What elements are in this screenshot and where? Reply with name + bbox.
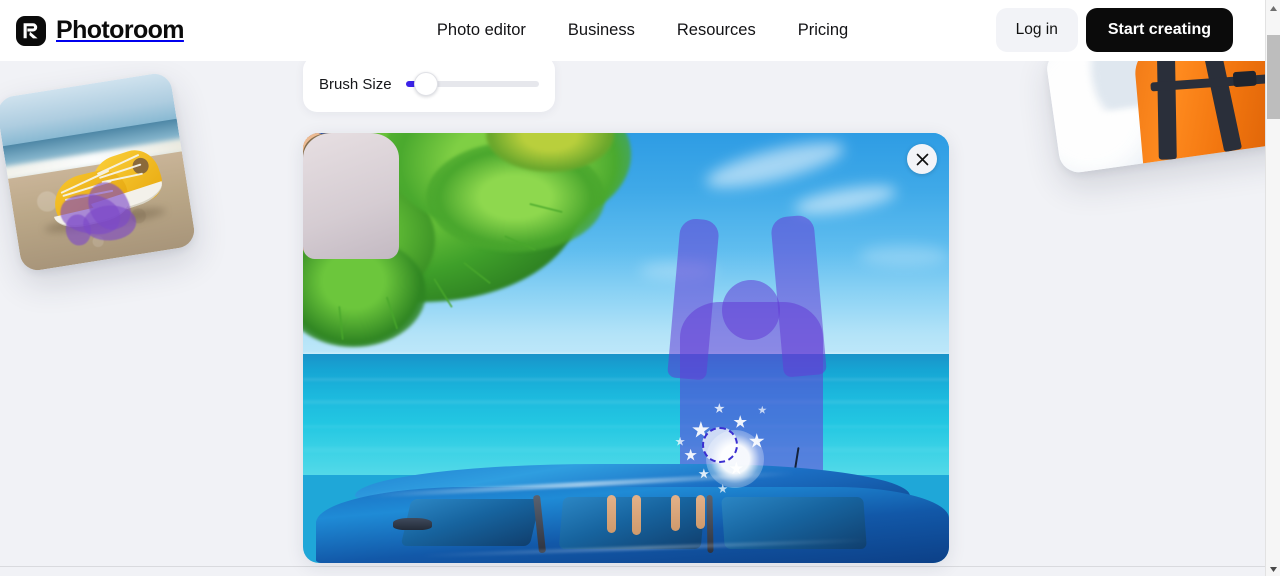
close-icon	[916, 153, 929, 166]
close-button[interactable]	[907, 144, 937, 174]
selection-mask-overlay	[666, 214, 862, 500]
login-button[interactable]: Log in	[995, 8, 1078, 52]
scroll-up-button[interactable]	[1266, 0, 1280, 15]
header-actions: Log in Start creating	[995, 8, 1233, 52]
decorative-card-sneakers	[0, 71, 197, 273]
scroll-thumb[interactable]	[1267, 35, 1280, 119]
sneakers-illustration	[0, 71, 197, 273]
vertical-scrollbar[interactable]	[1265, 0, 1280, 576]
brand-name: Photoroom	[56, 16, 185, 44]
nav-item-pricing[interactable]: Pricing	[777, 13, 869, 48]
page-root: Brush Size Photoroom Photo editor Busine…	[0, 0, 1280, 576]
editor-image-canvas[interactable]	[303, 133, 949, 563]
brush-size-slider[interactable]	[405, 72, 539, 96]
nav-item-resources[interactable]: Resources	[656, 13, 777, 48]
brush-cursor-circle-icon	[702, 426, 739, 463]
start-creating-button[interactable]: Start creating	[1085, 8, 1233, 52]
brush-size-label: Brush Size	[319, 75, 392, 93]
photo-scene	[303, 133, 949, 563]
caret-down-icon	[1269, 560, 1278, 576]
caret-up-icon	[1269, 0, 1278, 17]
photoroom-r-logo-icon	[16, 15, 46, 46]
nav-item-photo-editor[interactable]: Photo editor	[416, 13, 547, 48]
site-header: Photoroom Photo editor Business Resource…	[0, 0, 1280, 61]
main-nav: Photo editor Business Resources Pricing	[416, 13, 869, 48]
page-divider	[0, 566, 1265, 567]
blue-car	[303, 447, 949, 563]
brand-logo-link[interactable]: Photoroom	[16, 15, 185, 46]
scroll-down-button[interactable]	[1266, 561, 1280, 576]
nav-item-business[interactable]: Business	[547, 13, 656, 48]
brush-size-panel: Brush Size	[303, 56, 555, 112]
slider-thumb[interactable]	[413, 72, 438, 96]
